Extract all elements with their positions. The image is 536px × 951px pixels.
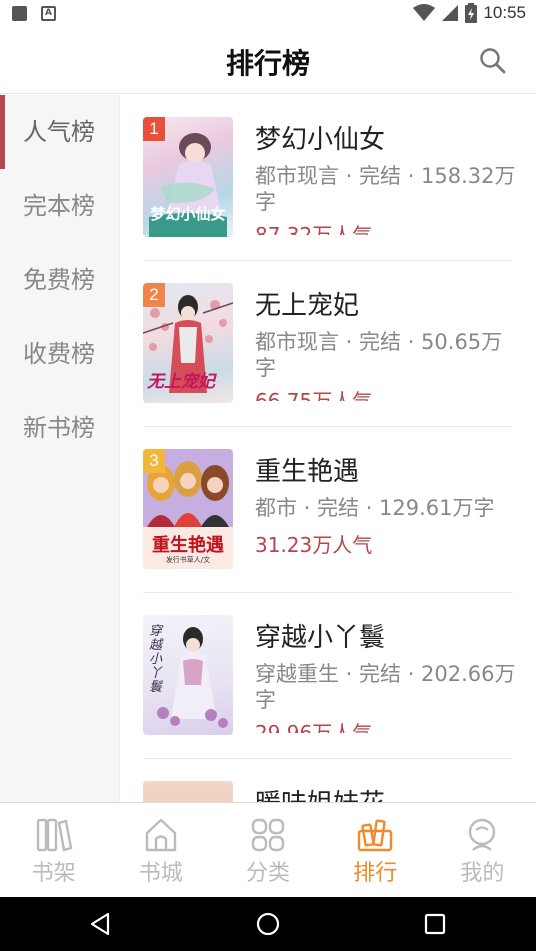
bottom-tab-bar: 书架 书城 分类 排行 我的	[0, 802, 536, 897]
book-meta: 穿越重生 · 完结 · 202.66万字	[255, 662, 516, 712]
book-popularity: 87.32万人气	[255, 223, 373, 235]
recents-icon[interactable]	[422, 911, 448, 937]
cover-text: 重生艳遇	[152, 535, 224, 556]
book-item[interactable]: 梦幻小仙女 1 梦幻小仙女 都市现言 · 完结 · 158.32万字 87.32…	[143, 95, 516, 261]
book-item[interactable]: 暖味姐妹花	[143, 759, 513, 802]
book-meta: 都市现言 · 完结 · 158.32万字	[255, 164, 516, 214]
profile-icon	[469, 818, 496, 851]
book-popularity: 66.75万人气	[255, 389, 373, 401]
book-popularity: 31.23万人气	[255, 533, 373, 557]
ranking-sidebar: 人气榜 完本榜 免费榜 收费榜 新书榜	[0, 95, 120, 802]
book-cover[interactable]: 穿越小丫鬟	[143, 615, 233, 735]
book-meta: 都市 · 完结 · 129.61万字	[255, 496, 495, 520]
tab-label: 书架	[31, 861, 76, 886]
cover-text: 穿越小丫鬟	[149, 624, 163, 695]
book-title: 无上宠妃	[255, 291, 360, 321]
book-popularity: 29.96万人气	[255, 721, 373, 733]
rank-badge: 1	[143, 117, 165, 141]
book-cover[interactable]: 梦幻小仙女 1	[143, 117, 233, 237]
bookshelf-icon	[36, 818, 72, 852]
bookstore-icon	[145, 818, 176, 852]
page-title: 排行榜	[225, 47, 310, 80]
book-meta: 都市现言 · 完结 · 50.65万字	[255, 330, 503, 380]
cover-text: 无上宠妃	[147, 372, 215, 392]
book-title: 穿越小丫鬟	[255, 623, 386, 653]
clock: 10:55	[483, 3, 526, 22]
book-title: 梦幻小仙女	[255, 125, 386, 155]
tab-bookshelf[interactable]: 书架	[0, 803, 107, 897]
rank-badge: 2	[143, 283, 165, 307]
tab-bookstore[interactable]: 书城	[107, 803, 214, 897]
tab-profile[interactable]: 我的	[429, 803, 536, 897]
tab-label: 书城	[138, 861, 183, 886]
app-notification-icon: A	[41, 6, 56, 21]
book-cover[interactable]	[143, 781, 233, 802]
book-item[interactable]: 重生艳遇 发行书草人/文 3 重生艳遇 都市 · 完结 · 129.61万字 3…	[143, 427, 513, 593]
ranking-icon	[358, 819, 393, 852]
tab-categories[interactable]: 分类	[214, 803, 321, 897]
tab-label: 排行	[353, 861, 398, 886]
sidebar-item-free[interactable]: 免费榜	[0, 243, 119, 317]
tab-label: 分类	[246, 861, 291, 886]
book-item[interactable]: 无上宠妃 2 无上宠妃 都市现言 · 完结 · 50.65万字 66.75万人气	[143, 261, 513, 427]
sidebar-item-completed[interactable]: 完本榜	[0, 169, 119, 243]
home-icon[interactable]	[255, 911, 281, 937]
battery-icon	[465, 3, 478, 23]
signal-icon	[442, 5, 459, 21]
book-title: 暖味姐妹花	[255, 783, 385, 802]
system-nav-bar	[0, 897, 536, 951]
categories-icon	[251, 818, 285, 852]
sidebar-item-paid[interactable]: 收费榜	[0, 317, 119, 391]
book-list[interactable]: 梦幻小仙女 1 梦幻小仙女 都市现言 · 完结 · 158.32万字 87.32…	[121, 95, 536, 802]
rank-badge: 3	[143, 449, 165, 473]
tab-label: 我的	[460, 861, 505, 886]
header: 排行榜	[0, 30, 536, 94]
book-item[interactable]: 穿越小丫鬟 穿越小丫鬟 穿越重生 · 完结 · 202.66万字 29.96万人…	[143, 593, 516, 759]
sidebar-item-popularity[interactable]: 人气榜	[0, 95, 119, 169]
status-bar: A 10:55	[0, 0, 536, 30]
book-title: 重生艳遇	[255, 457, 360, 487]
sidebar-item-new[interactable]: 新书榜	[0, 391, 119, 465]
cover-subtext: 发行书草人/文	[165, 556, 211, 564]
book-cover[interactable]: 重生艳遇 发行书草人/文 3	[143, 449, 233, 569]
wifi-icon	[413, 4, 436, 21]
back-icon[interactable]	[88, 911, 114, 937]
search-icon[interactable]	[478, 46, 508, 76]
cover-text: 梦幻小仙女	[150, 205, 226, 223]
notification-icon	[12, 6, 27, 21]
tab-ranking[interactable]: 排行	[322, 803, 429, 897]
book-cover[interactable]: 无上宠妃 2	[143, 283, 233, 403]
